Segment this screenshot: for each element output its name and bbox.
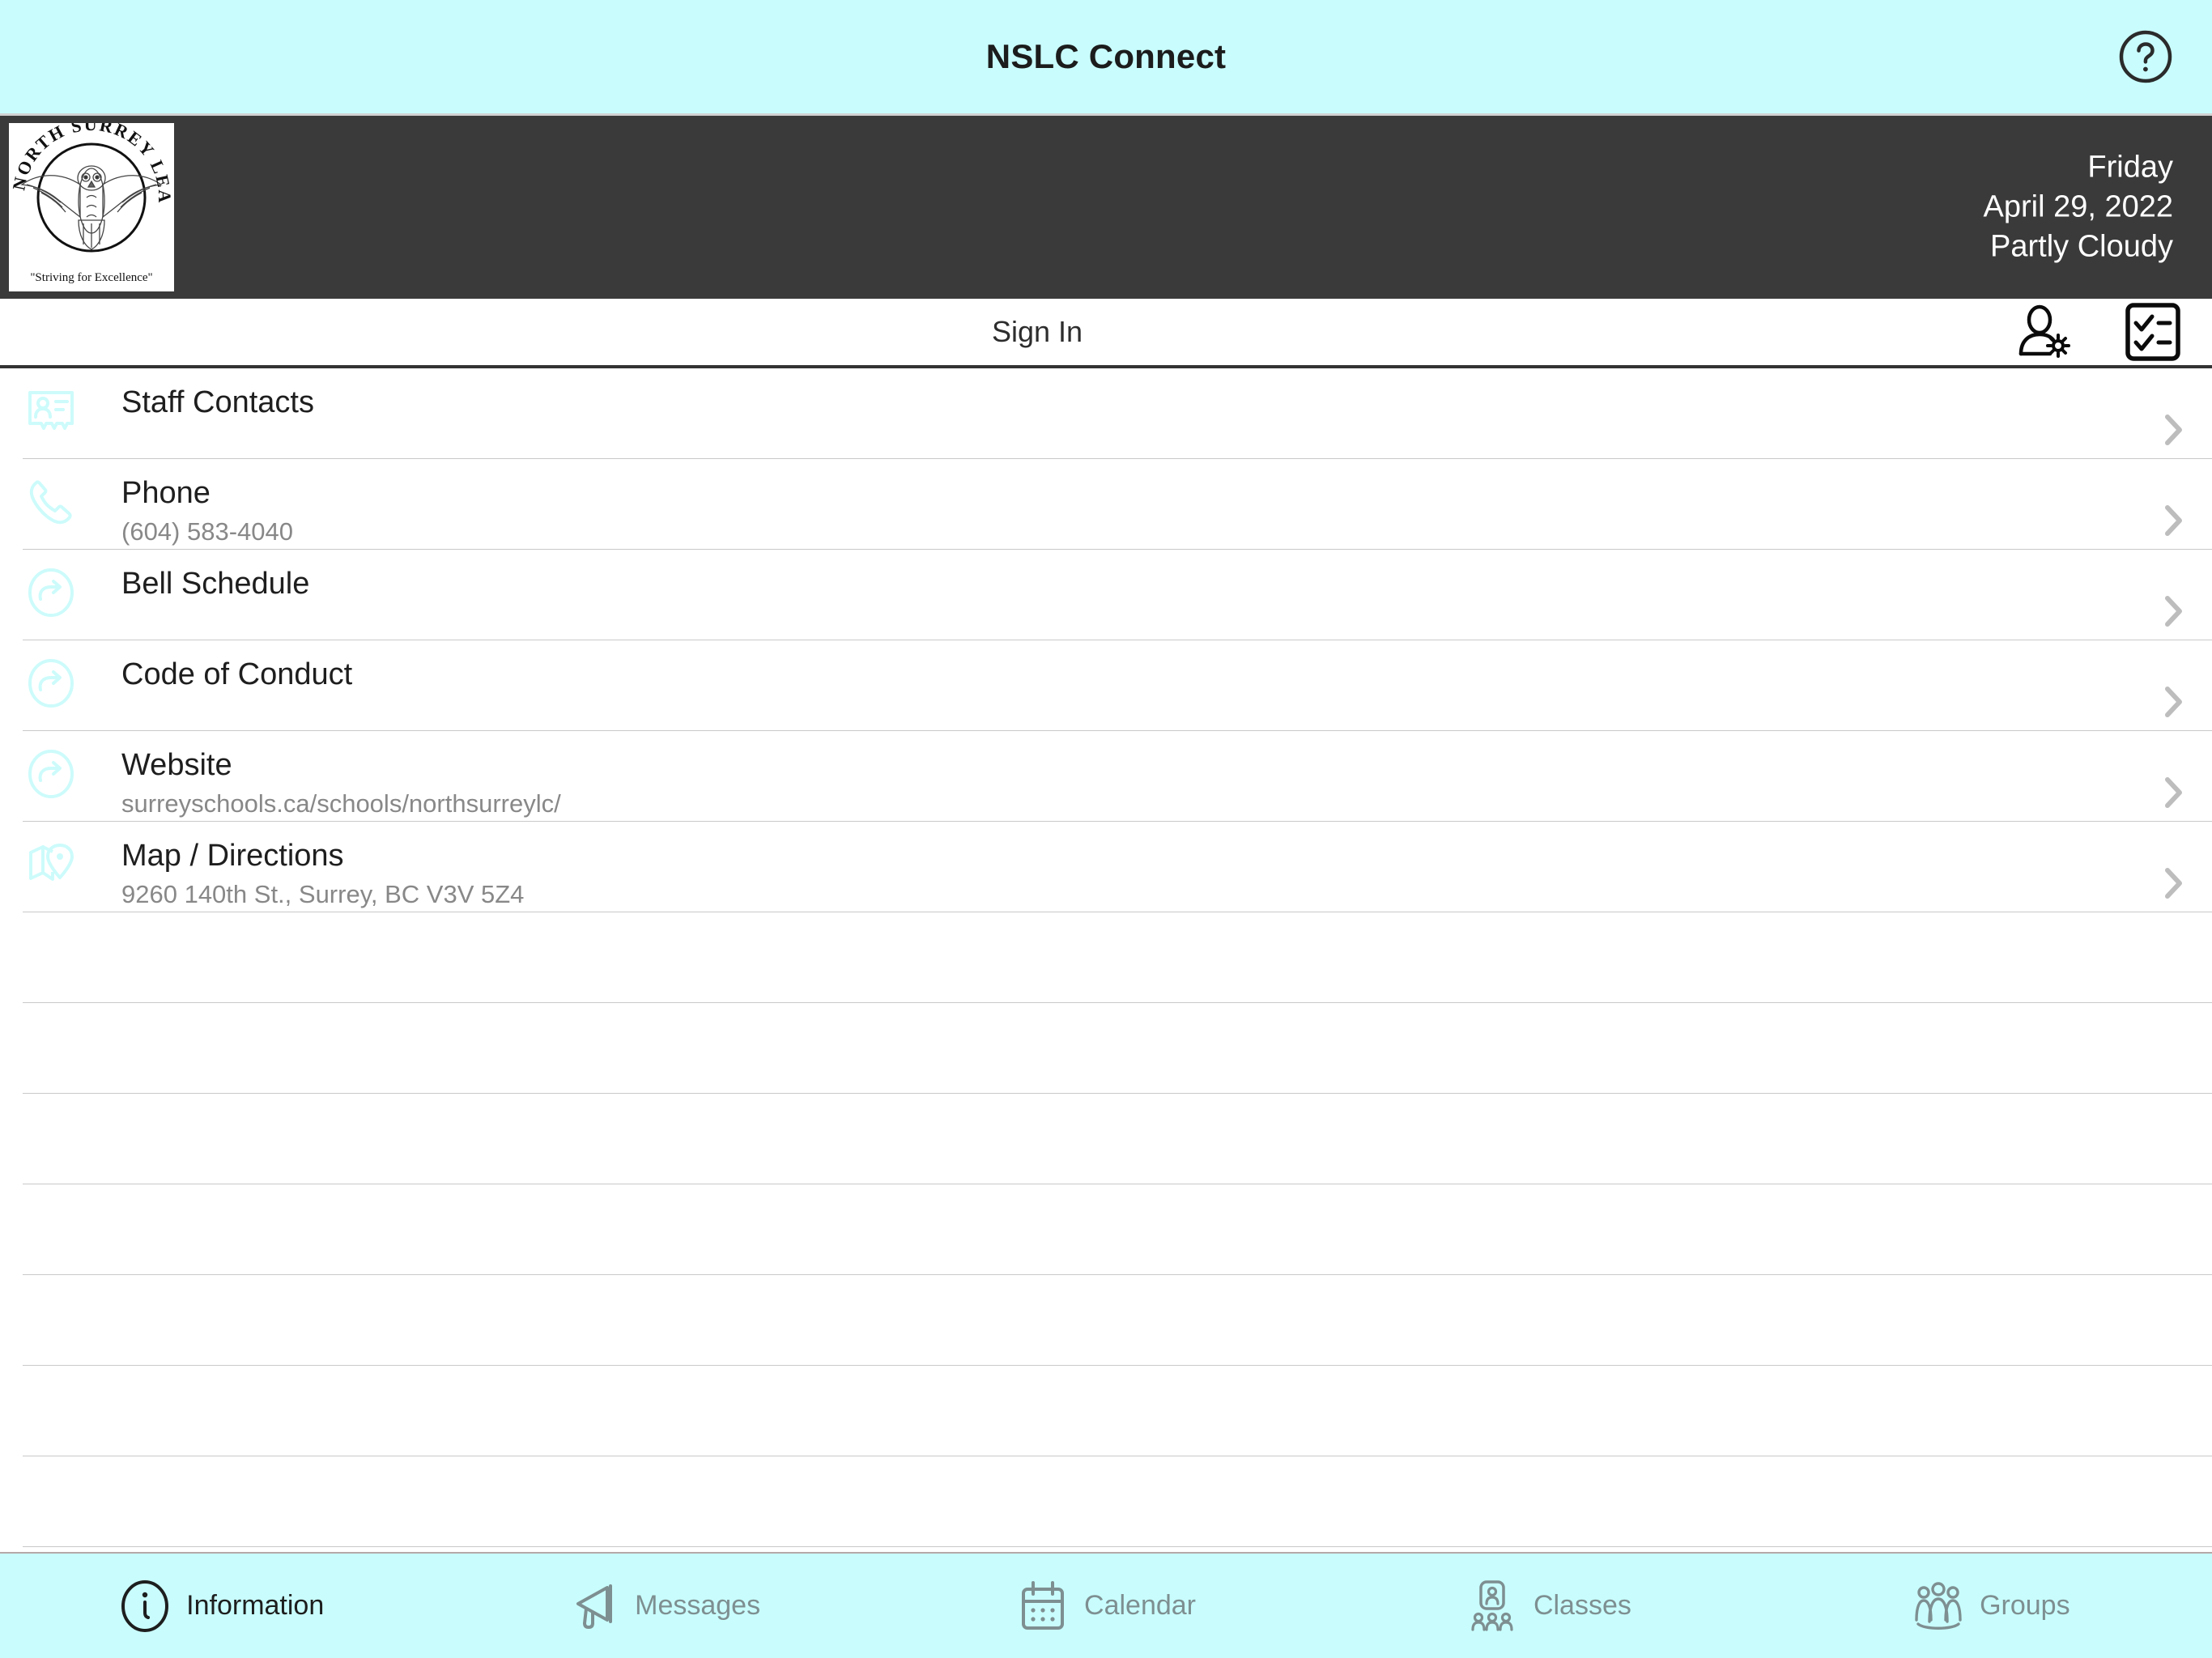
tab-information[interactable]: Information bbox=[0, 1554, 442, 1658]
megaphone-icon bbox=[567, 1579, 620, 1633]
chevron-right-icon bbox=[2163, 686, 2184, 718]
list-item-title: Code of Conduct bbox=[121, 657, 353, 691]
header-weather: Partly Cloudy bbox=[1990, 229, 2173, 264]
list-item-text: Staff Contacts bbox=[121, 381, 314, 422]
list-item[interactable]: Code of Conduct bbox=[0, 640, 2212, 731]
map-pin-icon bbox=[26, 840, 76, 890]
user-gear-icon[interactable] bbox=[2014, 302, 2074, 362]
list-item-title: Staff Contacts bbox=[121, 385, 314, 419]
sign-in-button[interactable]: Sign In bbox=[0, 315, 2212, 349]
list-item-text: Bell Schedule bbox=[121, 563, 309, 603]
sign-in-bar-actions bbox=[2014, 302, 2183, 362]
list-item[interactable]: Map / Directions 9260 140th St., Surrey,… bbox=[0, 822, 2212, 912]
tab-label: Classes bbox=[1533, 1590, 1631, 1621]
svg-text:"Striving for Excellence": "Striving for Excellence" bbox=[30, 271, 152, 284]
title-bar: NSLC Connect bbox=[0, 0, 2212, 116]
list-item-text: Website surreyschools.ca/schools/northsu… bbox=[121, 744, 561, 822]
school-logo: NORTH SURREY LEARNING CENTRE "Striving f… bbox=[9, 123, 174, 291]
information-list: Staff Contacts Phone (604) 583-4040 Bell… bbox=[0, 368, 2212, 1552]
list-item[interactable]: Staff Contacts bbox=[0, 368, 2212, 459]
list-item-title: Bell Schedule bbox=[121, 567, 310, 601]
checklist-icon[interactable] bbox=[2123, 302, 2183, 362]
chevron-right-icon bbox=[2163, 414, 2184, 446]
header-day: Friday bbox=[2087, 150, 2173, 185]
external-link-icon bbox=[26, 749, 76, 799]
list-item-text: Phone (604) 583-4040 bbox=[121, 472, 293, 550]
calendar-icon bbox=[1016, 1579, 1070, 1633]
date-weather-block: Friday April 29, 2022 Partly Cloudy bbox=[1984, 148, 2174, 267]
list-item-title: Website bbox=[121, 748, 232, 782]
list-item-subtitle: 9260 140th St., Surrey, BC V3V 5Z4 bbox=[121, 880, 525, 908]
chevron-right-icon bbox=[2163, 867, 2184, 899]
list-item-subtitle: (604) 583-4040 bbox=[121, 517, 293, 546]
tab-label: Information bbox=[186, 1590, 325, 1621]
list-item-empty bbox=[0, 912, 2212, 1003]
bottom-tab-bar: Information Messages Calendar Classes Gr… bbox=[0, 1552, 2212, 1658]
school-header-bar: NORTH SURREY LEARNING CENTRE "Striving f… bbox=[0, 116, 2212, 299]
header-date: April 29, 2022 bbox=[1983, 189, 2174, 224]
list-item-text: Map / Directions 9260 140th St., Surrey,… bbox=[121, 835, 524, 912]
help-circle-icon[interactable] bbox=[2118, 29, 2173, 84]
list-item-empty bbox=[0, 1184, 2212, 1275]
tab-label: Messages bbox=[635, 1590, 761, 1621]
phone-icon bbox=[26, 477, 76, 527]
app-root: NSLC Connect NORTH SURREY LEA "Striving … bbox=[0, 0, 2212, 1658]
tab-groups[interactable]: Groups bbox=[1770, 1554, 2212, 1658]
tab-label: Groups bbox=[1980, 1590, 2070, 1621]
list-item-empty bbox=[0, 1003, 2212, 1094]
list-item[interactable]: Phone (604) 583-4040 bbox=[0, 459, 2212, 550]
chevron-right-icon bbox=[2163, 504, 2184, 537]
tab-label: Calendar bbox=[1084, 1590, 1196, 1621]
tab-classes[interactable]: Classes bbox=[1327, 1554, 1769, 1658]
chevron-right-icon bbox=[2163, 595, 2184, 627]
list-item-empty bbox=[0, 1275, 2212, 1366]
page-title: NSLC Connect bbox=[985, 37, 1227, 75]
external-link-icon bbox=[26, 658, 76, 708]
info-circle-icon bbox=[118, 1579, 172, 1633]
list-item-empty bbox=[0, 1456, 2212, 1547]
list-item-empty bbox=[0, 1094, 2212, 1184]
chevron-right-icon bbox=[2163, 776, 2184, 809]
list-item-empty bbox=[0, 1366, 2212, 1456]
list-item[interactable]: Website surreyschools.ca/schools/northsu… bbox=[0, 731, 2212, 822]
classes-icon bbox=[1465, 1579, 1519, 1633]
list-item-title: Map / Directions bbox=[121, 839, 344, 873]
list-item-title: Phone bbox=[121, 476, 211, 510]
tab-calendar[interactable]: Calendar bbox=[885, 1554, 1327, 1658]
sign-in-bar: Sign In bbox=[0, 299, 2212, 368]
list-item[interactable]: Bell Schedule bbox=[0, 550, 2212, 640]
groups-icon bbox=[1912, 1579, 1965, 1633]
contact-card-icon bbox=[26, 386, 76, 436]
tab-messages[interactable]: Messages bbox=[442, 1554, 884, 1658]
external-link-icon bbox=[26, 568, 76, 618]
list-item-subtitle: surreyschools.ca/schools/northsurreylc/ bbox=[121, 789, 561, 818]
list-item-text: Code of Conduct bbox=[121, 653, 352, 694]
